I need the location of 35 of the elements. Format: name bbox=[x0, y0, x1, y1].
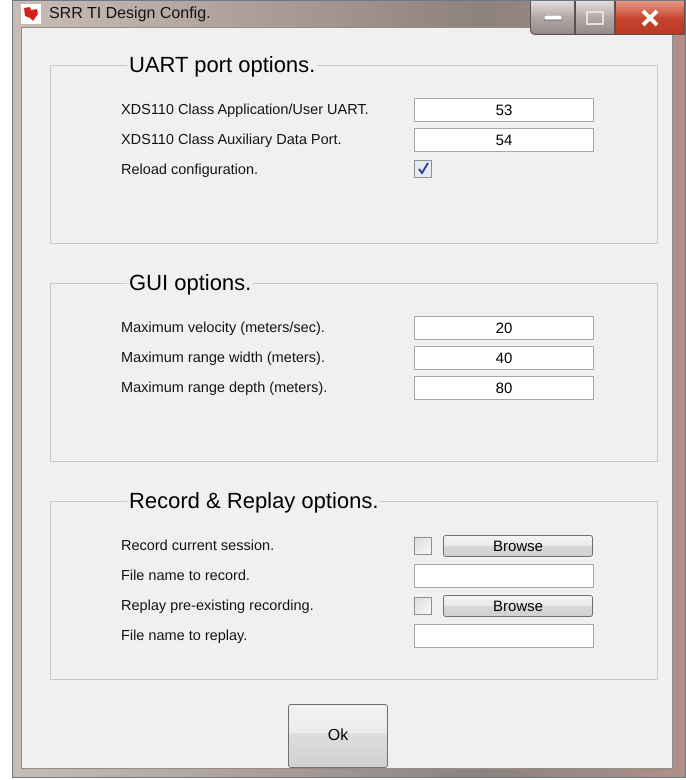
field-label: Maximum range width (meters). bbox=[121, 350, 326, 366]
field-label: Replay pre-existing recording. bbox=[121, 598, 315, 614]
browse-button[interactable]: Browse bbox=[443, 535, 593, 557]
window-title: SRR TI Design Config. bbox=[49, 5, 211, 23]
field-label: Record current session. bbox=[121, 538, 276, 554]
input-field[interactable] bbox=[414, 564, 594, 588]
field-label: Maximum range depth (meters). bbox=[121, 380, 328, 396]
close-icon bbox=[640, 8, 660, 26]
group-title: UART port options. bbox=[128, 52, 316, 78]
checkbox[interactable] bbox=[414, 597, 432, 615]
checkmark-icon bbox=[416, 162, 430, 176]
minimize-icon bbox=[544, 14, 562, 20]
field-label: File name to replay. bbox=[121, 628, 248, 644]
input-field[interactable]: 54 bbox=[414, 128, 594, 152]
input-field[interactable]: 20 bbox=[414, 316, 594, 340]
input-field[interactable] bbox=[414, 624, 594, 648]
field-label: XDS110 Class Application/User UART. bbox=[121, 102, 370, 118]
input-field[interactable]: 40 bbox=[414, 346, 594, 370]
field-label: Maximum velocity (meters/sec). bbox=[121, 320, 326, 336]
input-field[interactable]: 53 bbox=[414, 98, 594, 122]
field-label: File name to record. bbox=[121, 568, 251, 584]
input-field[interactable]: 80 bbox=[414, 376, 594, 400]
group-title: GUI options. bbox=[128, 270, 252, 296]
field-label: XDS110 Class Auxiliary Data Port. bbox=[121, 132, 343, 148]
checkbox[interactable] bbox=[414, 160, 432, 178]
maximize-button[interactable] bbox=[575, 1, 615, 35]
checkbox[interactable] bbox=[414, 537, 432, 555]
group-title: Record & Replay options. bbox=[128, 488, 380, 514]
ok-button[interactable]: Ok bbox=[288, 704, 388, 768]
field-label: Reload configuration. bbox=[121, 162, 260, 178]
minimize-button[interactable] bbox=[530, 1, 575, 35]
browse-button[interactable]: Browse bbox=[443, 595, 593, 617]
close-button[interactable] bbox=[615, 1, 685, 35]
maximize-icon bbox=[586, 10, 604, 24]
app-logo-icon bbox=[21, 4, 41, 24]
